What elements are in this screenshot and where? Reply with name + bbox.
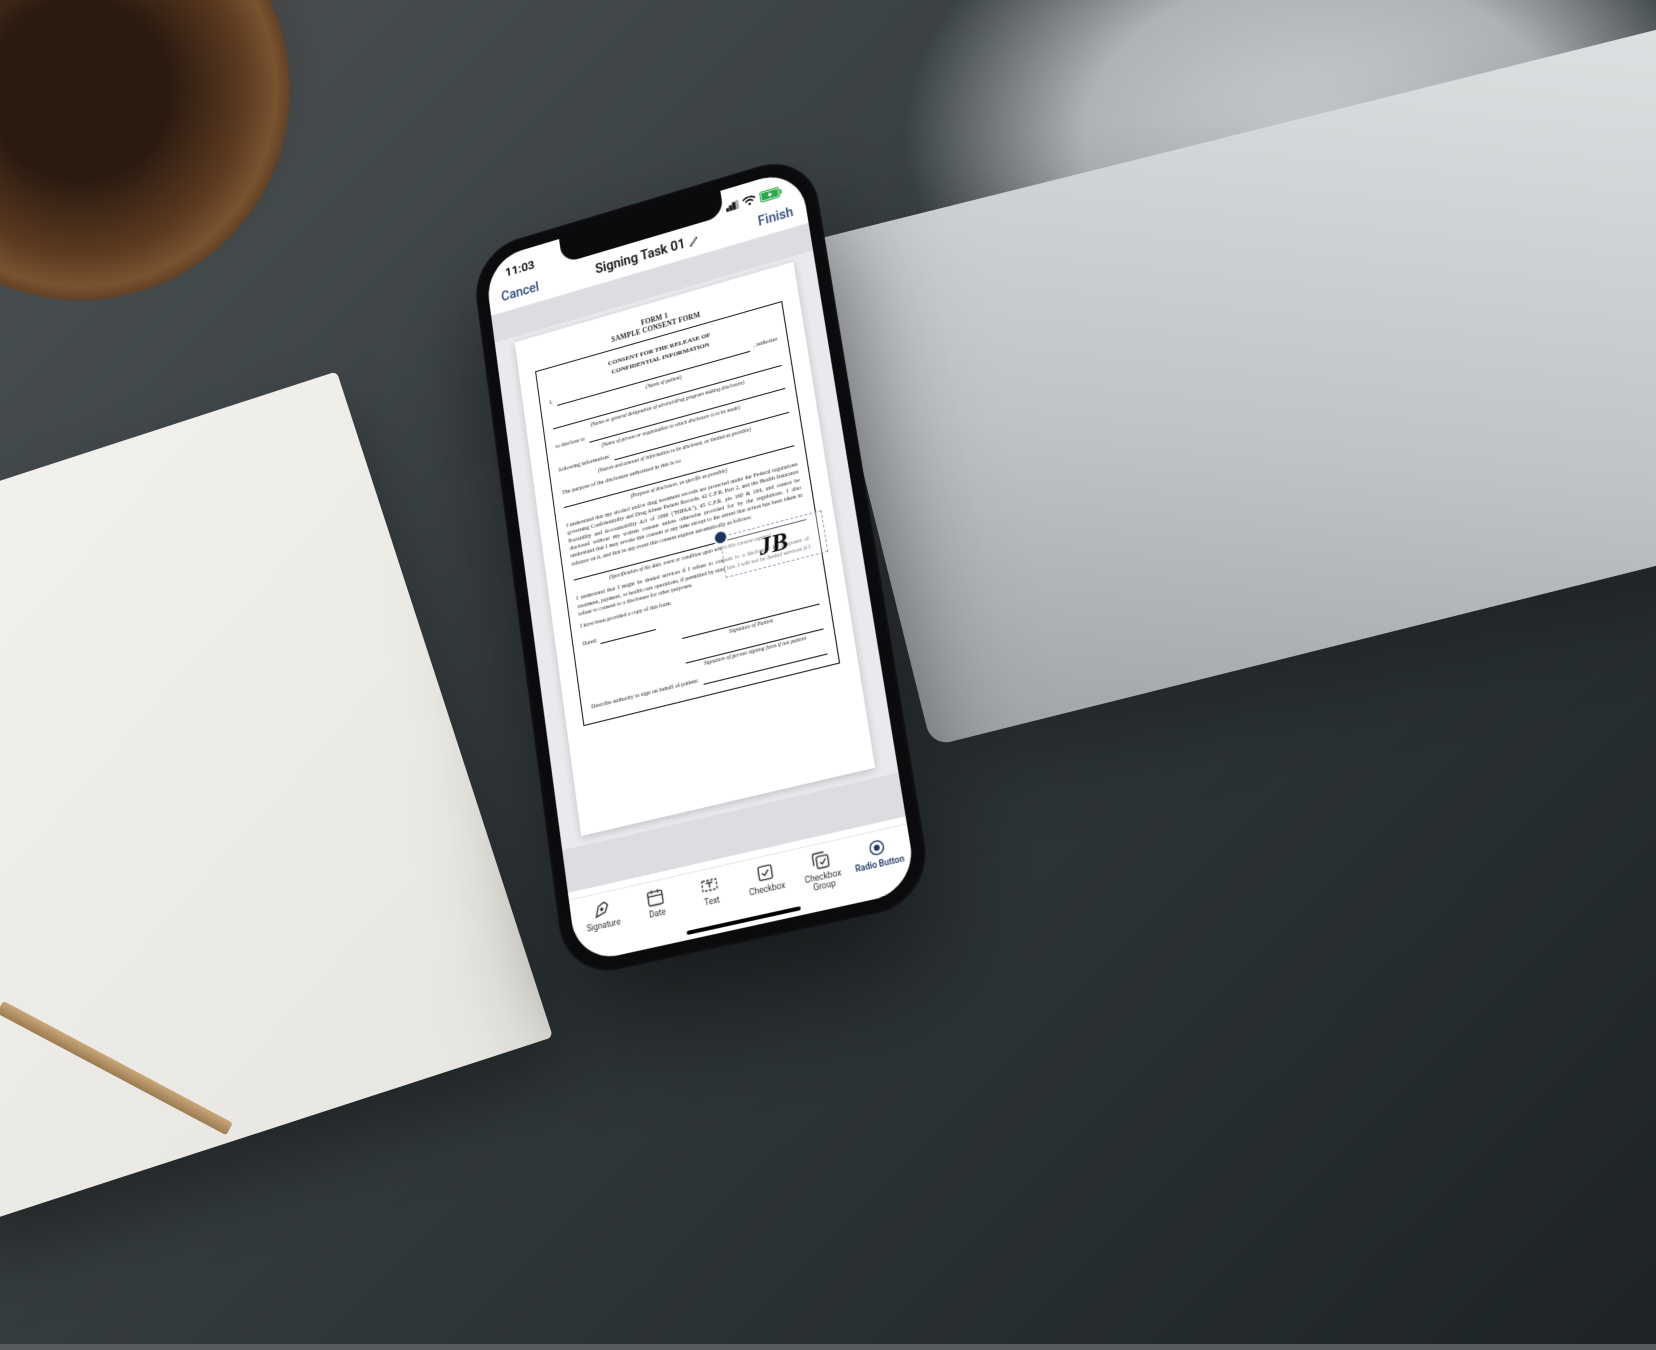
- tool-signature[interactable]: Signature: [573, 894, 632, 946]
- tool-radio-button[interactable]: Radio Button: [847, 831, 910, 885]
- drag-handle-icon[interactable]: [714, 530, 727, 544]
- tool-date[interactable]: Date: [627, 882, 687, 934]
- document-page[interactable]: FORM 1 SAMPLE CONSENT FORM CONSENT FOR T…: [515, 262, 875, 836]
- tool-label: Checkbox Group: [796, 867, 853, 897]
- signature-mark: JB: [757, 528, 790, 560]
- status-time: 11:03: [504, 258, 535, 280]
- form-box: CONSENT FOR THE RELEASE OF CONFIDENTIAL …: [535, 301, 840, 726]
- checkbox-group-icon: [809, 848, 832, 872]
- lead-i: I,: [549, 399, 553, 408]
- pencil-icon: [688, 234, 701, 248]
- tool-label: Signature: [586, 919, 621, 935]
- pen-nib-icon: [591, 898, 612, 922]
- battery-charging-icon: [759, 186, 783, 203]
- signal-icon: [725, 200, 739, 213]
- radio-button-icon: [866, 836, 889, 860]
- checkbox-icon: [754, 861, 776, 885]
- tool-checkbox-group[interactable]: Checkbox Group: [791, 844, 854, 897]
- document-viewer[interactable]: FORM 1 SAMPLE CONSENT FORM CONSENT FOR T…: [495, 250, 899, 850]
- tool-label: Text: [704, 896, 721, 908]
- tool-checkbox[interactable]: Checkbox: [736, 857, 798, 910]
- phone-mockup: 11:03: [690, 560, 1070, 1350]
- tool-label: Date: [649, 908, 667, 920]
- finish-button[interactable]: Finish: [757, 205, 794, 230]
- wifi-icon: [742, 194, 757, 208]
- tool-label: Radio Button: [855, 855, 905, 875]
- text-box-icon: [699, 873, 721, 897]
- dated-label: Dated:: [582, 637, 598, 649]
- tool-text[interactable]: Text: [681, 869, 742, 922]
- calendar-icon: [644, 886, 666, 910]
- tool-label: Checkbox: [749, 882, 786, 899]
